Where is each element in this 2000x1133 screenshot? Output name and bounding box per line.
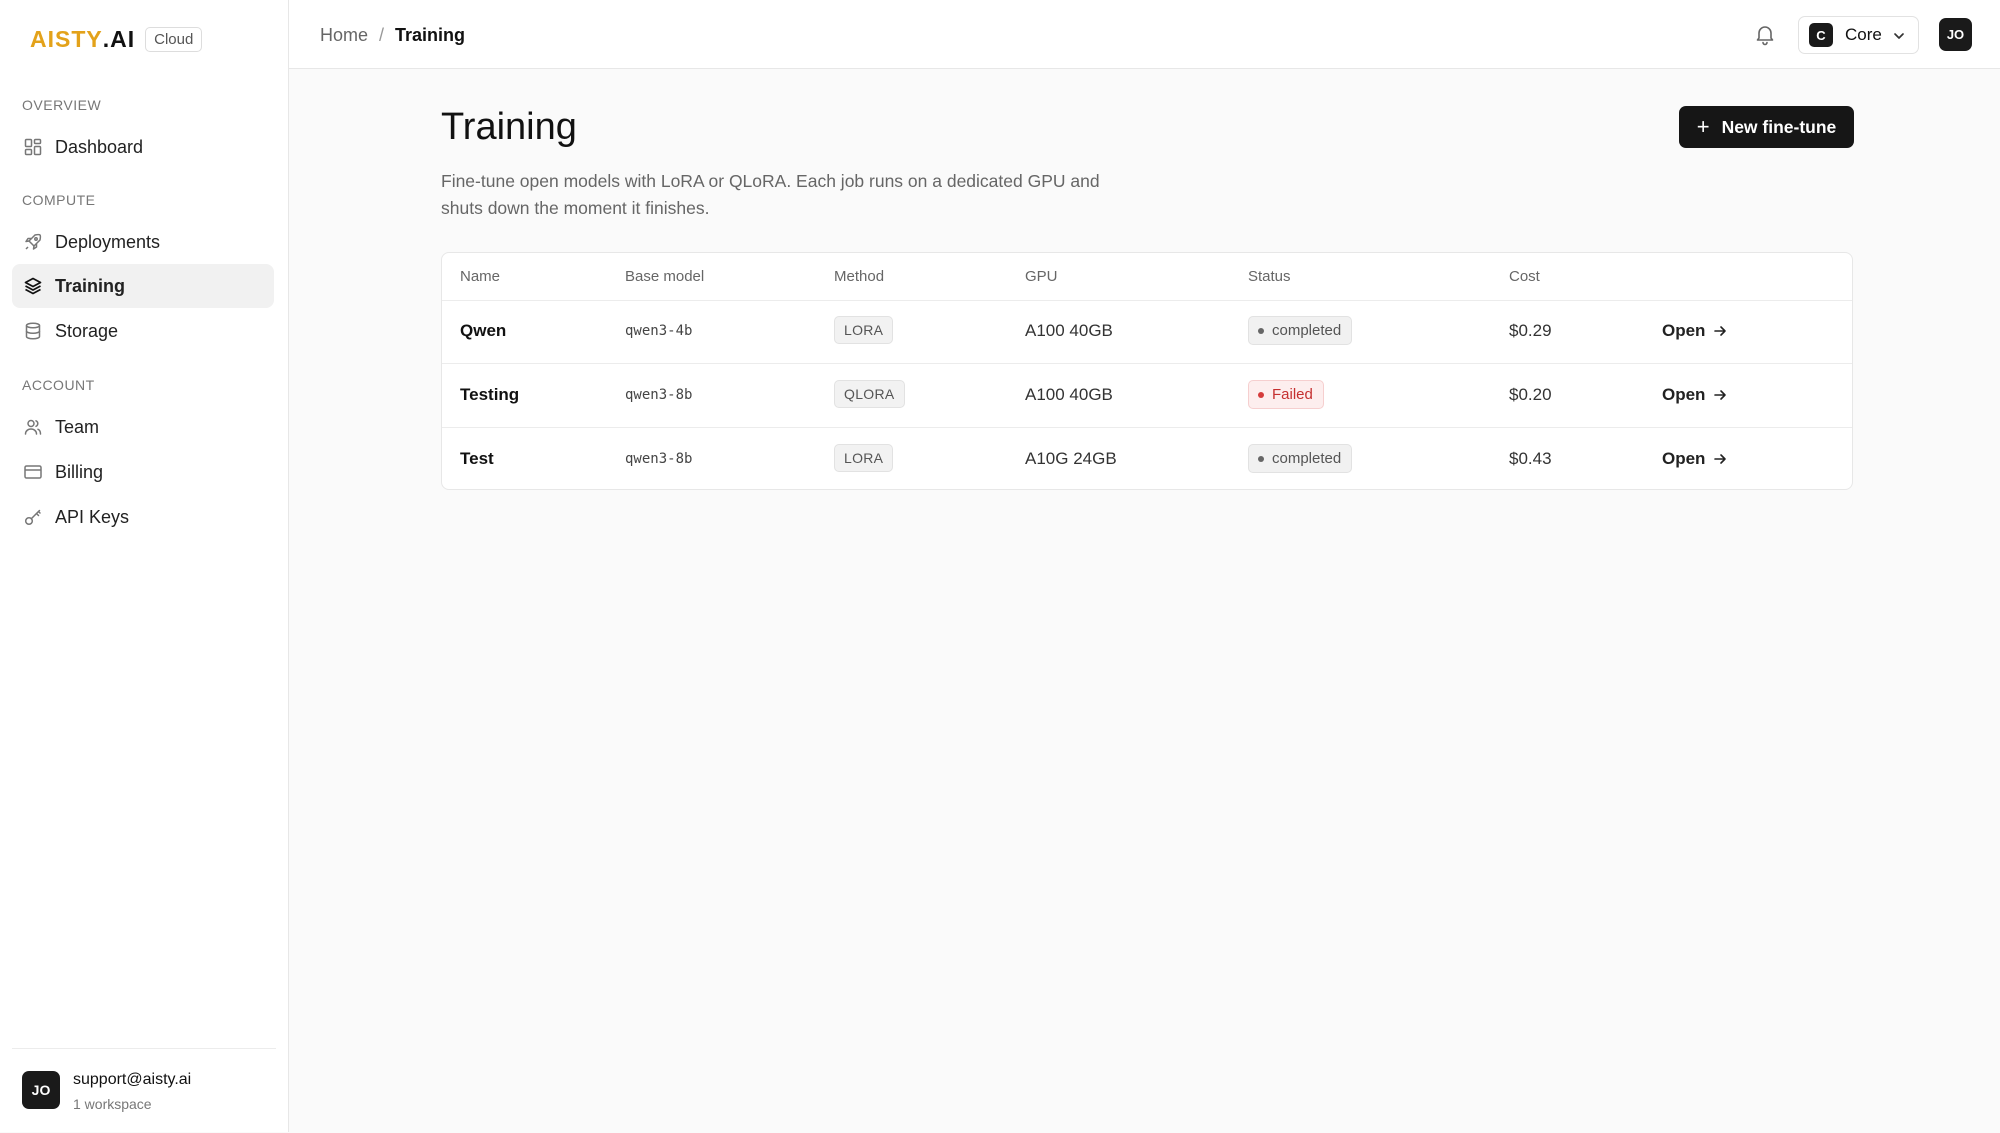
gpu: A100 40GB: [1025, 321, 1113, 340]
dashboard-icon: [23, 137, 43, 157]
chevron-down-icon: [1894, 33, 1904, 39]
avatar: JO: [22, 1071, 60, 1109]
new-fine-tune-label: New fine-tune: [1721, 116, 1837, 137]
gpu: A100 40GB: [1025, 385, 1113, 404]
bell-icon[interactable]: [1753, 22, 1777, 46]
job-name: Testing: [460, 385, 520, 404]
cost: $0.29: [1509, 321, 1552, 340]
sidebar-item-label: Dashboard: [55, 136, 144, 157]
status-badge: completed: [1248, 444, 1353, 473]
job-name: Test: [460, 449, 494, 468]
new-fine-tune-button[interactable]: + New fine-tune: [1679, 106, 1854, 148]
sidebar-item-billing[interactable]: Billing: [12, 450, 274, 494]
sidebar-item-deployments[interactable]: Deployments: [12, 220, 274, 264]
workspace-name: Core: [1845, 25, 1882, 44]
account-email: support@aisty.ai: [73, 1071, 192, 1088]
open-label: Open: [1662, 385, 1706, 404]
column-header-gpu: GPU: [1025, 268, 1058, 285]
brand: AISTY .AI Cloud: [30, 26, 203, 53]
sidebar-item-api-keys[interactable]: API Keys: [12, 495, 274, 539]
sidebar-item-training[interactable]: Training: [12, 264, 274, 308]
status-dot: [1258, 327, 1264, 334]
breadcrumb-current: Training: [395, 25, 466, 45]
credit-card-icon: [23, 462, 43, 482]
cost: $0.20: [1509, 385, 1552, 404]
account-footer[interactable]: JO support@aisty.ai 1 workspace: [12, 1048, 276, 1133]
database-icon: [23, 321, 43, 341]
column-header-cost: Cost: [1509, 268, 1540, 285]
status-text: completed: [1272, 450, 1342, 467]
status-badge: Failed: [1248, 380, 1324, 409]
status-dot: [1258, 455, 1264, 462]
users-icon: [23, 417, 43, 437]
workspace-badge: C: [1809, 23, 1833, 47]
cost: $0.43: [1509, 449, 1552, 468]
sidebar-item-storage[interactable]: Storage: [12, 309, 274, 353]
job-name: Qwen: [460, 321, 507, 340]
arrow-right-icon: [1714, 390, 1727, 400]
layers-icon: [23, 276, 43, 296]
sidebar-item-label: Storage: [55, 320, 119, 341]
sidebar: AISTY .AI Cloud OVERVIEW Dashboard COMPUT…: [0, 0, 289, 1132]
status-dot: [1258, 391, 1264, 398]
sidebar-item-team[interactable]: Team: [12, 405, 274, 449]
open-label: Open: [1662, 449, 1706, 468]
user-avatar[interactable]: JO: [1939, 18, 1972, 51]
open-job-link[interactable]: Open: [1662, 385, 1727, 405]
training-jobs-table: Name Base model Method GPU Status Cost Q…: [441, 252, 1853, 490]
gpu: A10G 24GB: [1025, 449, 1117, 468]
logo-text-dark: .AI: [102, 26, 136, 52]
sidebar-item-label: Billing: [55, 461, 104, 482]
workspace-count: 1 workspace: [73, 1096, 152, 1112]
sidebar-item-label: Team: [55, 416, 100, 437]
status-badge: completed: [1248, 316, 1353, 345]
sidebar-item-dashboard[interactable]: Dashboard: [12, 125, 274, 169]
rocket-icon: [23, 232, 43, 252]
open-job-link[interactable]: Open: [1662, 449, 1727, 469]
section-label-compute: COMPUTE: [22, 192, 96, 208]
table-header: Name Base model Method GPU Status Cost: [442, 253, 1852, 301]
column-header-method: Method: [834, 268, 885, 285]
table-row[interactable]: Test qwen3-8b LORA A10G 24GB completed $…: [442, 428, 1852, 489]
key-icon: [23, 507, 43, 527]
sidebar-item-label: Training: [55, 275, 126, 296]
base-model: qwen3-8b: [625, 387, 693, 403]
topbar: Home / Training C Core JO: [289, 0, 2000, 69]
method-badge: LORA: [834, 444, 894, 472]
breadcrumb-separator: /: [379, 25, 385, 45]
column-header-name: Name: [460, 268, 501, 285]
base-model: qwen3-4b: [625, 323, 693, 339]
open-job-link[interactable]: Open: [1662, 321, 1727, 341]
aisty-logo[interactable]: AISTY .AI: [30, 26, 135, 53]
page-title: Training: [441, 106, 577, 148]
status-text: Failed: [1272, 386, 1313, 403]
status-text: completed: [1272, 322, 1342, 339]
page-description: Fine-tune open models with LoRA or QLoRA…: [441, 171, 1100, 218]
sidebar-item-label: Deployments: [55, 231, 161, 252]
column-header-status: Status: [1248, 268, 1291, 285]
sidebar-item-label: API Keys: [55, 506, 130, 527]
column-header-base-model: Base model: [625, 268, 705, 285]
plus-icon: +: [1696, 114, 1710, 139]
logo-text-gold: AISTY: [30, 26, 103, 52]
breadcrumb: Home / Training: [320, 25, 465, 46]
section-label-overview: OVERVIEW: [22, 97, 102, 113]
workspace-selector[interactable]: C Core: [1798, 16, 1919, 54]
method-badge: QLORA: [834, 380, 905, 408]
base-model: qwen3-8b: [625, 451, 693, 467]
breadcrumb-home[interactable]: Home: [320, 25, 368, 46]
arrow-right-icon: [1714, 454, 1727, 464]
section-label-account: ACCOUNT: [22, 377, 95, 393]
method-badge: LORA: [834, 316, 894, 344]
table-row[interactable]: Testing qwen3-8b QLORA A100 40GB Failed …: [442, 364, 1852, 428]
table-row[interactable]: Qwen qwen3-4b LORA A100 40GB completed $…: [442, 300, 1852, 364]
arrow-right-icon: [1714, 326, 1727, 336]
open-label: Open: [1662, 321, 1706, 340]
cloud-badge: Cloud: [145, 27, 203, 52]
